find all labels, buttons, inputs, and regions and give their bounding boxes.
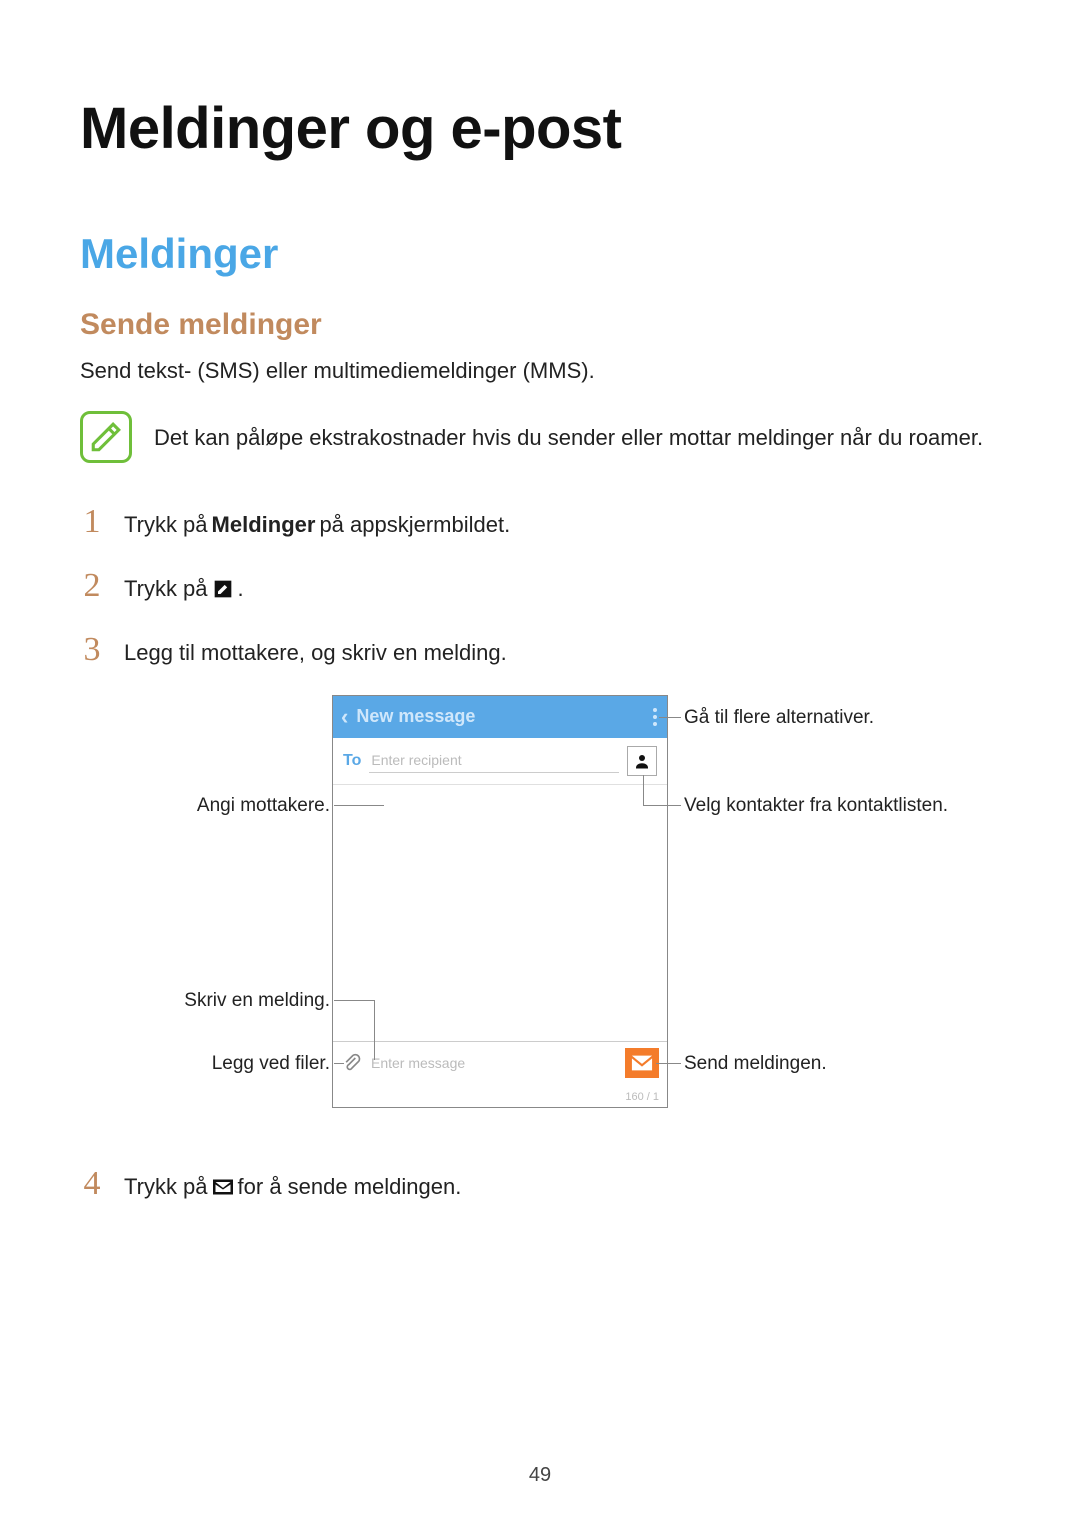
callout-recipients: Angi mottakere. [180, 795, 330, 817]
callout-send-message: Send meldingen. [684, 1053, 827, 1075]
char-count: 160 / 1 [625, 1091, 659, 1103]
step-1: 1 Trykk på Meldinger på appskjermbildet. [80, 503, 1000, 541]
contacts-button[interactable] [627, 746, 657, 776]
header-title: New message [356, 706, 635, 727]
note-icon [80, 411, 132, 463]
compose-icon [212, 578, 234, 600]
attach-icon[interactable] [341, 1052, 363, 1074]
subsection-heading: Sende meldinger [80, 308, 1000, 342]
note-text: Det kan påløpe ekstrakostnader hvis du s… [154, 411, 983, 454]
step-text: Trykk på [124, 510, 208, 541]
callout-more-options: Gå til flere alternativer. [684, 707, 874, 729]
send-icon [212, 1176, 234, 1198]
callout-line [334, 1000, 374, 1001]
more-options-icon[interactable] [643, 708, 659, 726]
recipient-input[interactable]: Enter recipient [369, 748, 619, 773]
step-text: Trykk på [124, 574, 208, 605]
send-button[interactable] [625, 1048, 659, 1078]
section-heading: Meldinger [80, 230, 1000, 278]
step-number: 3 [80, 631, 104, 669]
callout-pick-contacts: Velg kontakter fra kontaktlisten. [684, 795, 948, 817]
page-number: 49 [529, 1464, 551, 1487]
callout-write-message: Skriv en melding. [165, 990, 330, 1012]
callout-line [659, 717, 681, 718]
callout-line [643, 805, 681, 806]
callout-line [643, 775, 644, 805]
page-title: Meldinger og e-post [80, 95, 1000, 162]
step-bold: Meldinger [212, 510, 316, 541]
phone-figure: ‹ New message To Enter recipient Enter m… [80, 695, 1000, 1125]
step-text: Legg til mottakere, og skriv en melding. [124, 638, 507, 669]
step-text: . [238, 574, 244, 605]
step-text: på appskjermbildet. [319, 510, 510, 541]
phone-frame: ‹ New message To Enter recipient Enter m… [332, 695, 668, 1108]
callout-line [656, 1063, 681, 1064]
callout-line [374, 1000, 375, 1060]
step-text: Trykk på [124, 1172, 208, 1203]
step-number: 4 [80, 1165, 104, 1203]
compose-row: Enter message [333, 1041, 667, 1085]
intro-text: Send tekst- (SMS) eller multimediemeldin… [80, 356, 1000, 387]
callout-line [334, 805, 384, 806]
to-label: To [343, 752, 361, 770]
step-3: 3 Legg til mottakere, og skriv en meldin… [80, 631, 1000, 669]
steps-list: 1 Trykk på Meldinger på appskjermbildet.… [80, 503, 1000, 669]
step-number: 2 [80, 567, 104, 605]
step-4: 4 Trykk på for å sende meldingen. [80, 1165, 1000, 1203]
callout-attach-files: Legg ved filer. [195, 1053, 330, 1075]
compose-input[interactable]: Enter message [371, 1055, 617, 1071]
recipient-row: To Enter recipient [333, 738, 667, 785]
step-text: for å sende meldingen. [238, 1172, 462, 1203]
step-number: 1 [80, 503, 104, 541]
step-2: 2 Trykk på . [80, 567, 1000, 605]
callout-line [334, 1063, 344, 1064]
note-block: Det kan påløpe ekstrakostnader hvis du s… [80, 411, 1000, 463]
back-icon[interactable]: ‹ [341, 704, 348, 730]
phone-header: ‹ New message [333, 696, 667, 738]
steps-list-continued: 4 Trykk på for å sende meldingen. [80, 1165, 1000, 1203]
phone-body [333, 785, 667, 1060]
